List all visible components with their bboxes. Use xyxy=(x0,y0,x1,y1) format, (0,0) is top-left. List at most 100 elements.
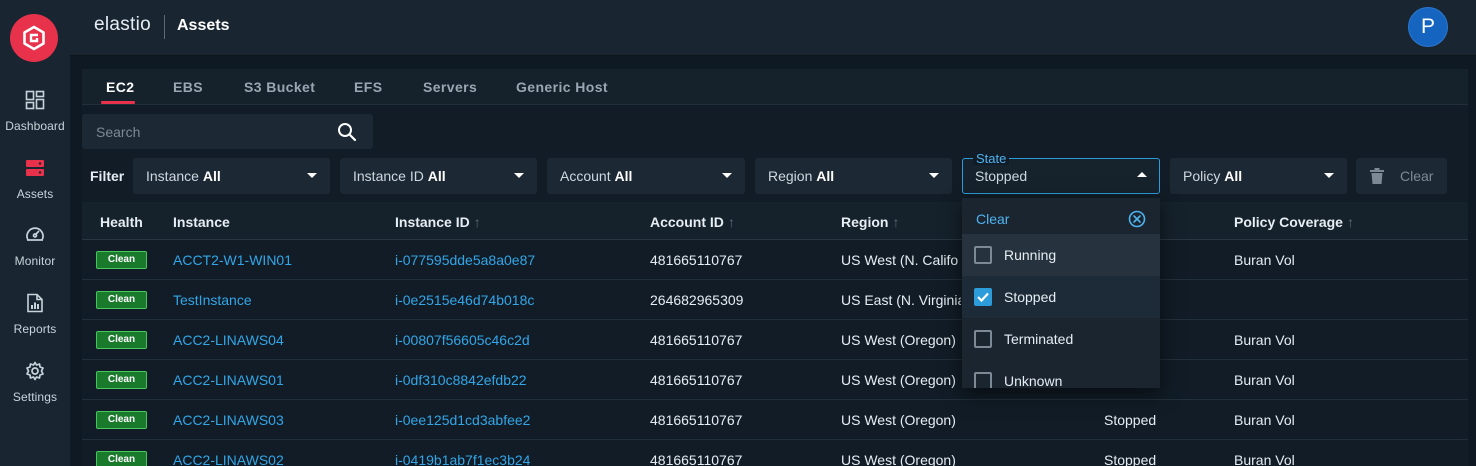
state-option-unknown[interactable]: Unknown xyxy=(962,360,1160,388)
state-filter-dropdown[interactable]: State Stopped xyxy=(962,152,1160,194)
table-row[interactable]: Clean TestInstance i-0e2515e46d74b018c 2… xyxy=(82,280,1468,320)
filter-value: All xyxy=(202,168,221,184)
state-option-running[interactable]: Running xyxy=(962,234,1160,276)
sidebar-item-reports[interactable]: Reports xyxy=(0,292,70,336)
checkbox[interactable] xyxy=(974,246,992,264)
sidebar-item-label: Reports xyxy=(13,322,57,336)
state: Stopped xyxy=(1104,452,1157,466)
instance-id-link[interactable]: i-0ee125d1cd3abfee2 xyxy=(395,412,530,428)
gear-icon xyxy=(25,360,45,382)
column-account-id[interactable]: Account ID ↑ xyxy=(650,214,735,230)
sidebar-item-assets[interactable]: Assets xyxy=(0,157,70,201)
state: Stopped xyxy=(1104,412,1157,428)
instance-link[interactable]: TestInstance xyxy=(173,292,252,308)
filter-value: All xyxy=(816,168,835,184)
filter-label: Filter xyxy=(90,168,125,184)
elastio-logo-icon[interactable] xyxy=(10,14,58,62)
health-badge: Clean xyxy=(96,451,147,466)
state-option-stopped[interactable]: Stopped xyxy=(962,276,1160,318)
checkbox[interactable] xyxy=(974,330,992,348)
tab-servers[interactable]: Servers xyxy=(423,79,477,95)
table-header: Health Instance Instance ID ↑ Account ID ↑… xyxy=(82,202,1468,240)
health-badge: Clean xyxy=(96,291,147,309)
sidebar-item-label: Monitor xyxy=(14,254,56,268)
option-label: Terminated xyxy=(1004,331,1074,347)
state-filter-menu: Clear Running Stopped Terminated Unknown xyxy=(962,198,1160,388)
instance-link[interactable]: ACC2-LINAWS02 xyxy=(173,452,284,466)
instance-id-link[interactable]: i-077595dde5a8a0e87 xyxy=(395,252,535,268)
instance-id-link[interactable]: i-0e2515e46d74b018c xyxy=(395,292,534,308)
table-row[interactable]: Clean ACC2-LINAWS03 i-0ee125d1cd3abfee2 … xyxy=(82,400,1468,440)
account-id: 481665110767 xyxy=(650,332,743,348)
sort-arrow-icon[interactable]: ↑ xyxy=(892,214,899,230)
clear-label: Clear xyxy=(1400,168,1434,184)
policy-coverage: Buran Vol xyxy=(1234,452,1295,466)
region: US West (Oregon) xyxy=(841,332,956,348)
checkbox[interactable] xyxy=(974,372,992,388)
instance-link[interactable]: ACC2-LINAWS01 xyxy=(173,372,284,388)
dashboard-icon xyxy=(25,89,45,111)
sidebar-item-settings[interactable]: Settings xyxy=(0,360,70,404)
top-bar: elastio Assets P xyxy=(70,0,1476,56)
close-circle-icon[interactable] xyxy=(1128,210,1146,233)
instance-filter-dropdown[interactable]: Instance All xyxy=(133,158,330,194)
caret-down-icon xyxy=(1324,173,1334,178)
asset-tabs: EC2 EBS S3 Bucket EFS Servers Generic Ho… xyxy=(82,69,1468,105)
tab-ec2[interactable]: EC2 xyxy=(106,79,134,95)
region-filter-dropdown[interactable]: Region All xyxy=(755,158,952,194)
menu-clear-link[interactable]: Clear xyxy=(976,211,1009,227)
instance-link[interactable]: ACCT2-W1-WIN01 xyxy=(173,252,292,268)
policy-coverage: Buran Vol xyxy=(1234,372,1295,388)
sort-arrow-icon[interactable]: ↑ xyxy=(1347,214,1354,230)
search-box xyxy=(82,114,373,149)
instance-id-link[interactable]: i-00807f56605c46c2d xyxy=(395,332,530,348)
account-filter-dropdown[interactable]: Account All xyxy=(547,158,745,194)
state-option-terminated[interactable]: Terminated xyxy=(962,318,1160,360)
filter-value: All xyxy=(427,168,446,184)
health-badge: Clean xyxy=(96,411,147,429)
caret-down-icon xyxy=(514,173,524,178)
table-row[interactable]: Clean ACCT2-W1-WIN01 i-077595dde5a8a0e87… xyxy=(82,240,1468,280)
column-region[interactable]: Region ↑ xyxy=(841,214,899,230)
health-badge: Clean xyxy=(96,331,147,349)
account-id: 481665110767 xyxy=(650,412,743,428)
tab-efs[interactable]: EFS xyxy=(354,79,382,95)
column-policy-coverage[interactable]: Policy Coverage ↑ xyxy=(1234,214,1354,230)
sidebar-item-label: Assets xyxy=(16,187,54,201)
table-row[interactable]: Clean ACC2-LINAWS02 i-0419b1ab7f1ec3b24 … xyxy=(82,440,1468,466)
instance-link[interactable]: ACC2-LINAWS04 xyxy=(173,332,284,348)
column-health: Health xyxy=(100,214,143,230)
sidebar-item-monitor[interactable]: Monitor xyxy=(0,224,70,268)
instance-link[interactable]: ACC2-LINAWS03 xyxy=(173,412,284,428)
policy-filter-dropdown[interactable]: Policy All xyxy=(1170,158,1347,194)
option-label: Running xyxy=(1004,247,1057,263)
health-badge: Clean xyxy=(96,371,147,389)
search-icon[interactable] xyxy=(337,122,357,142)
sort-arrow-icon[interactable]: ↑ xyxy=(728,214,735,230)
instance-id-link[interactable]: i-0419b1ab7f1ec3b24 xyxy=(395,452,530,466)
region: US West (N. Califo xyxy=(841,252,959,268)
column-instance[interactable]: Instance xyxy=(173,214,230,230)
clear-filters-button[interactable]: Clear xyxy=(1356,158,1447,194)
checkbox-checked[interactable] xyxy=(974,288,992,306)
state-filter-value: Stopped xyxy=(975,168,1028,184)
sidebar-item-dashboard[interactable]: Dashboard xyxy=(0,89,70,133)
caret-down-icon xyxy=(929,173,939,178)
tab-generic-host[interactable]: Generic Host xyxy=(516,79,608,95)
instance-id-filter-dropdown[interactable]: Instance ID All xyxy=(340,158,537,194)
filter-prefix: Policy xyxy=(1183,168,1221,184)
option-label: Stopped xyxy=(1004,289,1057,305)
table-row[interactable]: Clean ACC2-LINAWS01 i-0df310c8842efdb22 … xyxy=(82,360,1468,400)
search-input[interactable] xyxy=(96,124,326,140)
table-row[interactable]: Clean ACC2-LINAWS04 i-00807f56605c46c2d … xyxy=(82,320,1468,360)
column-instance-id[interactable]: Instance ID ↑ xyxy=(395,214,481,230)
state-filter-label: State xyxy=(973,152,1010,165)
tab-s3-bucket[interactable]: S3 Bucket xyxy=(244,79,315,95)
policy-coverage: Buran Vol xyxy=(1234,252,1295,268)
sort-arrow-icon[interactable]: ↑ xyxy=(474,214,481,230)
caret-down-icon xyxy=(307,173,317,178)
avatar[interactable]: P xyxy=(1408,7,1448,47)
tab-ebs[interactable]: EBS xyxy=(173,79,203,95)
instance-id-link[interactable]: i-0df310c8842efdb22 xyxy=(395,372,527,388)
sidebar-item-label: Dashboard xyxy=(5,119,65,133)
